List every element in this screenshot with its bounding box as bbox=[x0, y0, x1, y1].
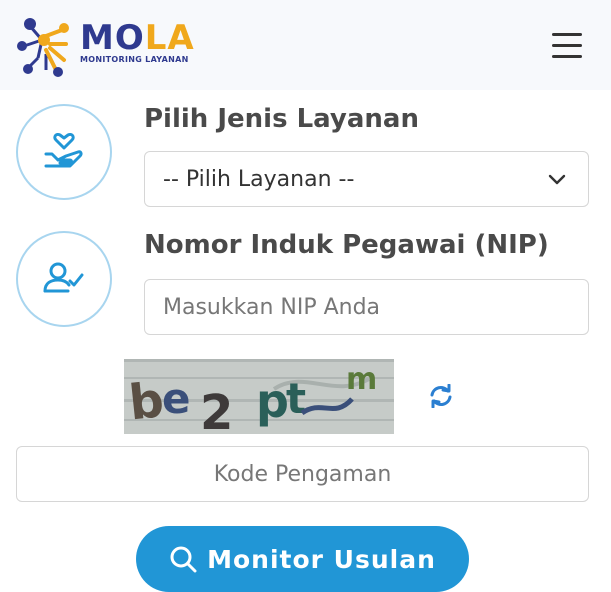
mola-logo[interactable]: MOLA MONITORING LAYANAN bbox=[16, 14, 196, 78]
app-header: MOLA MONITORING LAYANAN bbox=[0, 0, 611, 90]
hamburger-icon-bar bbox=[552, 44, 582, 47]
svg-text:t: t bbox=[286, 374, 306, 423]
captcha-noise-image: b e 2 p t m bbox=[124, 359, 394, 434]
svg-text:e: e bbox=[162, 374, 191, 423]
captcha-image: b e 2 p t m bbox=[124, 359, 394, 434]
search-icon bbox=[170, 546, 197, 573]
svg-text:m: m bbox=[346, 362, 377, 397]
service-select-value: -- Pilih Layanan -- bbox=[163, 166, 355, 192]
hamburger-icon-bar bbox=[552, 55, 582, 58]
hand-heart-icon bbox=[44, 133, 83, 168]
svg-text:2: 2 bbox=[200, 385, 233, 434]
user-check-icon bbox=[43, 262, 84, 293]
nip-label: Nomor Induk Pegawai (NIP) bbox=[144, 230, 549, 260]
molecule-logo-icon bbox=[17, 18, 69, 77]
monitor-usulan-label: Monitor Usulan bbox=[207, 544, 436, 574]
logo-text-orange: LA bbox=[144, 18, 195, 58]
security-code-input[interactable] bbox=[16, 446, 589, 502]
chevron-down-icon bbox=[548, 174, 566, 185]
monitor-usulan-button[interactable]: Monitor Usulan bbox=[136, 526, 469, 592]
hamburger-menu-button[interactable] bbox=[552, 31, 584, 59]
hamburger-icon-bar bbox=[552, 33, 582, 36]
svg-text:p: p bbox=[256, 374, 289, 428]
logo-subtitle: MONITORING LAYANAN bbox=[80, 55, 189, 64]
svg-text:b: b bbox=[126, 372, 166, 431]
service-select[interactable]: -- Pilih Layanan -- bbox=[144, 151, 589, 207]
logo-text-blue: MO bbox=[80, 18, 145, 58]
refresh-icon bbox=[430, 383, 452, 409]
nip-circle bbox=[16, 231, 112, 327]
captcha-refresh-button[interactable] bbox=[428, 383, 454, 409]
service-label: Pilih Jenis Layanan bbox=[144, 104, 419, 134]
nip-input[interactable] bbox=[144, 279, 589, 335]
logo-wordmark: MOLA bbox=[80, 20, 195, 56]
service-circle bbox=[16, 104, 112, 200]
